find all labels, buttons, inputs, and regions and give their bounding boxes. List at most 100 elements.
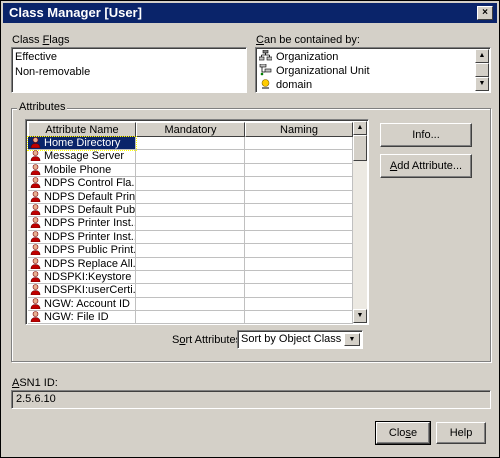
mandatory-cell[interactable] bbox=[136, 257, 245, 271]
attribute-name-cell[interactable]: Message Server bbox=[28, 150, 136, 164]
mandatory-cell[interactable] bbox=[136, 163, 245, 178]
naming-cell[interactable] bbox=[245, 177, 353, 191]
sort-attributes-value: Sort by Object Class bbox=[241, 333, 342, 345]
user-attribute-icon bbox=[30, 163, 41, 176]
table-row[interactable]: Message Server bbox=[28, 150, 353, 164]
naming-cell[interactable] bbox=[245, 297, 353, 312]
attribute-name-cell[interactable]: Home Directory bbox=[27, 135, 137, 152]
naming-cell[interactable] bbox=[245, 311, 353, 324]
attribute-name-cell[interactable]: NDPS Printer Inst... bbox=[28, 217, 136, 231]
attributes-scrollbar[interactable]: ▲ ▼ bbox=[353, 121, 367, 323]
contained-by-item[interactable]: domain bbox=[256, 78, 490, 92]
attribute-name-text: NDPS Default Pub... bbox=[44, 203, 136, 216]
mandatory-cell[interactable] bbox=[136, 230, 245, 245]
table-row[interactable]: NDPS Default Pub... bbox=[28, 203, 353, 218]
user-attribute-icon bbox=[30, 150, 41, 162]
class-flag-item[interactable]: Non-removable bbox=[12, 65, 246, 80]
help-button[interactable]: Help bbox=[436, 422, 486, 444]
table-row[interactable]: NDPS Control Fla... bbox=[28, 177, 353, 191]
attribute-name-cell[interactable]: NDPS Control Fla... bbox=[28, 177, 136, 191]
table-row[interactable]: NDPS Replace All... bbox=[28, 257, 353, 271]
mandatory-cell[interactable] bbox=[136, 150, 245, 164]
naming-cell[interactable] bbox=[245, 217, 353, 231]
table-row[interactable]: Home Directory bbox=[27, 135, 353, 152]
naming-cell[interactable] bbox=[245, 284, 353, 298]
naming-cell[interactable] bbox=[245, 203, 353, 218]
naming-cell[interactable] bbox=[245, 257, 353, 271]
mandatory-cell[interactable] bbox=[136, 270, 245, 285]
scroll-thumb[interactable] bbox=[353, 135, 367, 161]
table-row[interactable]: NDPS Public Print... bbox=[28, 244, 353, 258]
attribute-name-cell[interactable]: NDSPKI:Keystore bbox=[28, 270, 136, 285]
mandatory-cell[interactable] bbox=[136, 244, 245, 258]
sort-attributes-dropdown[interactable]: Sort by Object Class ▼ bbox=[237, 330, 363, 349]
close-window-button[interactable]: × bbox=[477, 6, 493, 20]
asn1-id-field[interactable]: 2.5.6.10 bbox=[11, 390, 491, 409]
user-attribute-icon bbox=[30, 311, 41, 323]
attribute-name-cell[interactable]: NDPS Printer Inst... bbox=[28, 230, 136, 245]
attribute-name-text: NDPS Control Fla... bbox=[44, 177, 136, 190]
naming-cell[interactable] bbox=[245, 270, 353, 285]
class-flag-item[interactable]: Effective bbox=[12, 50, 246, 65]
mandatory-cell[interactable] bbox=[136, 190, 245, 204]
naming-cell[interactable] bbox=[245, 230, 353, 245]
table-row[interactable]: NGW: Account ID bbox=[28, 297, 353, 312]
attributes-table[interactable]: Attribute Name Mandatory Naming Home Dir… bbox=[25, 119, 369, 325]
organizational-unit-icon bbox=[259, 63, 272, 76]
class-flags-list[interactable]: Effective Non-removable bbox=[11, 47, 247, 93]
mandatory-cell[interactable] bbox=[136, 284, 245, 298]
contained-by-scrollbar[interactable]: ▲ ▼ bbox=[475, 49, 489, 91]
scroll-down-arrow-icon[interactable]: ▼ bbox=[475, 77, 489, 91]
naming-cell[interactable] bbox=[245, 137, 353, 151]
dropdown-arrow-icon[interactable]: ▼ bbox=[344, 333, 360, 346]
attribute-name-cell[interactable]: NDPS Default Pub... bbox=[28, 203, 136, 218]
info-button[interactable]: Info... bbox=[380, 123, 472, 147]
attribute-name-cell[interactable]: Mobile Phone bbox=[28, 163, 136, 178]
attribute-name-text: NGW: Account ID bbox=[44, 297, 130, 310]
user-attribute-icon bbox=[30, 257, 41, 269]
column-header-attribute-name[interactable]: Attribute Name bbox=[28, 122, 136, 137]
contained-by-item[interactable]: Organization bbox=[256, 49, 490, 64]
naming-cell[interactable] bbox=[245, 244, 353, 258]
user-attribute-icon bbox=[30, 271, 41, 283]
close-button[interactable]: Close bbox=[375, 421, 431, 445]
contained-by-label: Can be contained by: bbox=[256, 34, 360, 46]
naming-cell[interactable] bbox=[245, 150, 353, 164]
attributes-table-body: Home Directory Message Server Mobile Phone… bbox=[27, 135, 353, 324]
attributes-group-title: Attributes bbox=[17, 101, 68, 113]
mandatory-cell[interactable] bbox=[136, 203, 245, 218]
scroll-down-arrow-icon[interactable]: ▼ bbox=[353, 309, 367, 323]
naming-cell[interactable] bbox=[245, 190, 353, 204]
attribute-name-cell[interactable]: NGW: File ID bbox=[28, 311, 136, 324]
title-bar: Class Manager [User] × bbox=[3, 3, 497, 23]
attribute-name-cell[interactable]: NDPS Replace All... bbox=[28, 257, 136, 271]
add-attribute-button[interactable]: Add Attribute... bbox=[380, 154, 472, 178]
column-header-mandatory[interactable]: Mandatory bbox=[136, 122, 245, 137]
table-row[interactable]: Mobile Phone bbox=[28, 163, 353, 178]
table-row[interactable]: NDPS Printer Inst... bbox=[28, 217, 353, 231]
table-row[interactable]: NDSPKI:Keystore bbox=[28, 270, 353, 285]
contained-by-list[interactable]: Organization Organizational Unit domain ▲ … bbox=[255, 47, 491, 93]
scroll-thumb[interactable] bbox=[475, 63, 489, 77]
table-row[interactable]: NDPS Printer Inst... bbox=[28, 230, 353, 245]
user-attribute-icon bbox=[30, 137, 41, 149]
scroll-up-arrow-icon[interactable]: ▲ bbox=[475, 49, 489, 63]
mandatory-cell[interactable] bbox=[136, 177, 245, 191]
attribute-name-cell[interactable]: NDPS Public Print... bbox=[28, 244, 136, 258]
mandatory-cell[interactable] bbox=[136, 297, 245, 312]
naming-cell[interactable] bbox=[245, 163, 353, 178]
table-row[interactable]: NGW: File ID bbox=[28, 311, 353, 324]
attribute-name-cell[interactable]: NGW: Account ID bbox=[28, 297, 136, 312]
table-row[interactable]: NDPS Default Prin... bbox=[28, 190, 353, 204]
mandatory-cell[interactable] bbox=[136, 311, 245, 324]
table-row[interactable]: NDSPKI:userCerti... bbox=[28, 284, 353, 298]
attribute-name-text: NGW: File ID bbox=[44, 311, 109, 324]
scroll-up-arrow-icon[interactable]: ▲ bbox=[353, 121, 367, 135]
column-header-naming[interactable]: Naming bbox=[245, 122, 353, 137]
contained-by-item[interactable]: Organizational Unit bbox=[256, 63, 490, 78]
attribute-name-cell[interactable]: NDPS Default Prin... bbox=[28, 190, 136, 204]
attribute-name-cell[interactable]: NDSPKI:userCerti... bbox=[28, 284, 136, 298]
asn1-id-label: ASN1 ID: bbox=[12, 377, 58, 389]
mandatory-cell[interactable] bbox=[136, 137, 245, 151]
mandatory-cell[interactable] bbox=[136, 217, 245, 231]
